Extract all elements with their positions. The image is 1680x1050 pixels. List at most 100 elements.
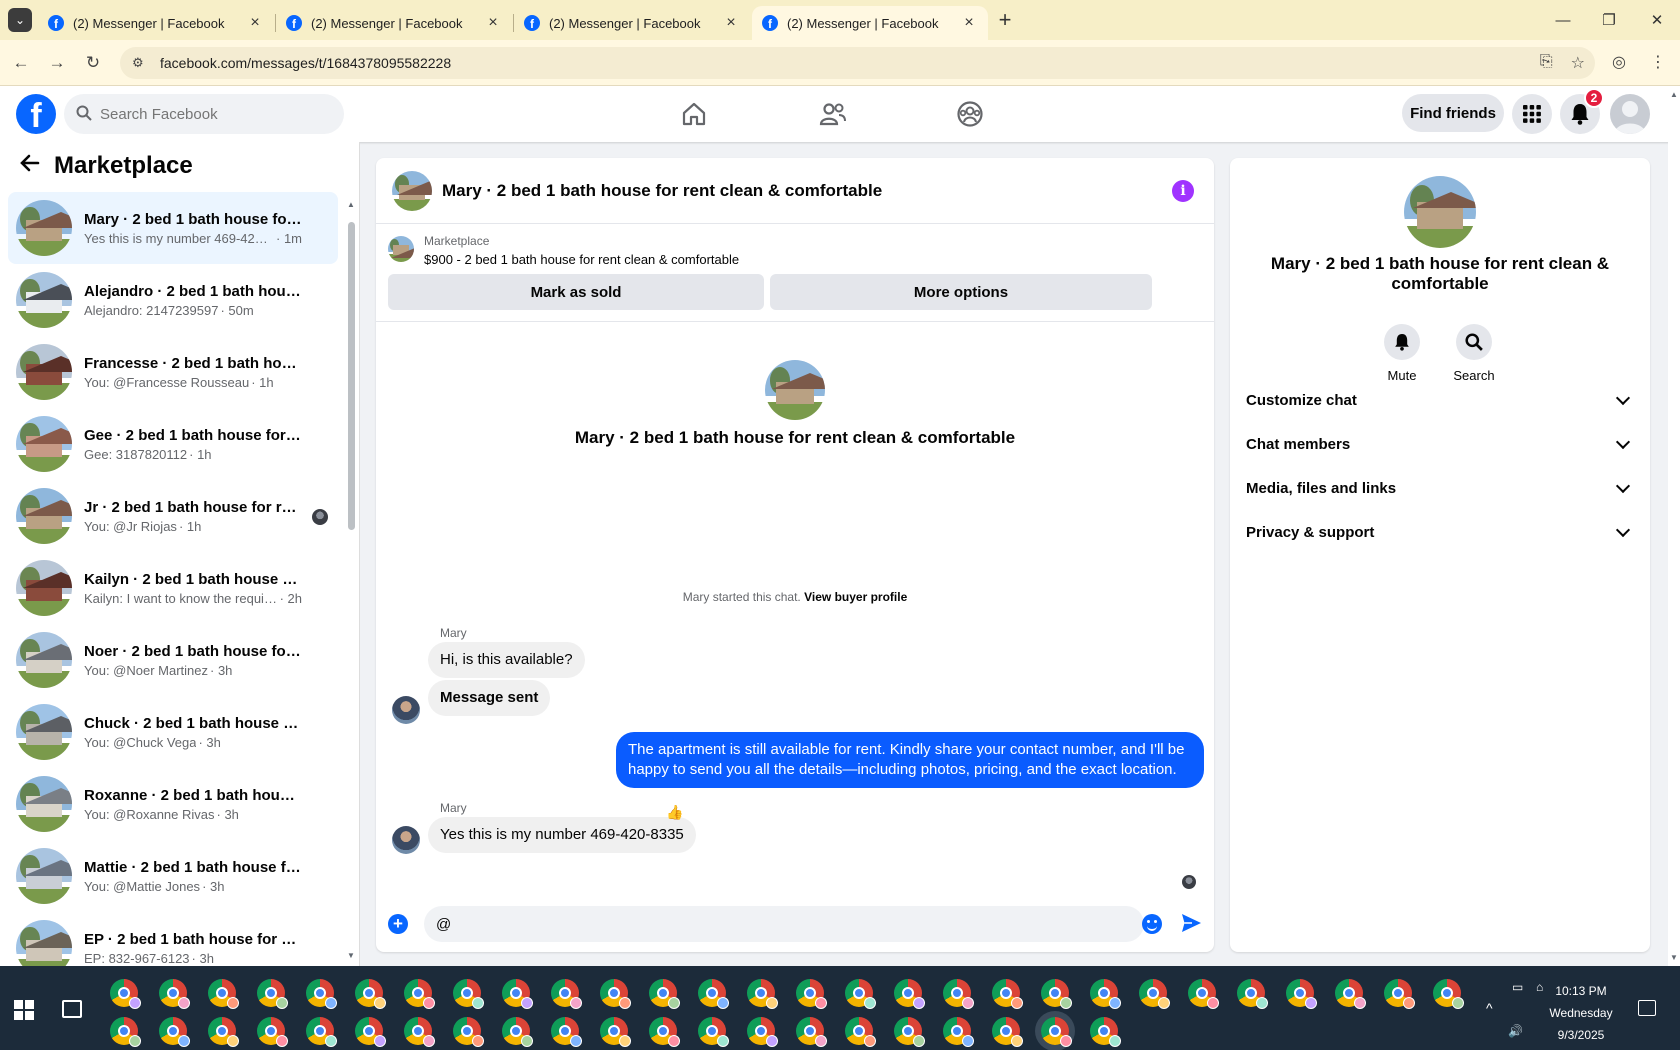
volume-icon[interactable]: 🔊	[1508, 1024, 1523, 1038]
chrome-taskbar-icon[interactable]	[355, 979, 386, 1009]
close-tab-icon[interactable]: ×	[960, 14, 978, 32]
chrome-taskbar-icon[interactable]	[1237, 979, 1268, 1009]
conversation-item[interactable]: Francesse · 2 bed 1 bath house f... You: …	[8, 336, 338, 408]
chrome-taskbar-icon[interactable]	[698, 1017, 729, 1047]
conversation-item[interactable]: Mattie · 2 bed 1 bath house for r... You:…	[8, 840, 338, 912]
close-tab-icon[interactable]: ×	[484, 14, 502, 32]
chrome-taskbar-icon[interactable]	[257, 979, 288, 1009]
chrome-taskbar-icon[interactable]	[796, 979, 827, 1009]
chrome-taskbar-icon[interactable]	[845, 1017, 876, 1047]
chrome-taskbar-icon[interactable]	[306, 1017, 337, 1047]
tab-search-button[interactable]: ⌄	[8, 8, 32, 32]
conversation-item[interactable]: Jr · 2 bed 1 bath house for ren... You: @…	[8, 480, 338, 552]
incoming-message[interactable]: Hi, is this available?	[428, 642, 585, 678]
chrome-taskbar-icon[interactable]	[453, 1017, 484, 1047]
tray-overflow-chevron-icon[interactable]: ^	[1486, 1000, 1493, 1016]
browser-menu-icon[interactable]: ⋮	[1650, 52, 1666, 72]
reload-button[interactable]: ↻	[80, 50, 106, 76]
chrome-taskbar-icon[interactable]	[404, 979, 435, 1009]
conversation-item[interactable]: Roxanne · 2 bed 1 bath house fo... You: @…	[8, 768, 338, 840]
chrome-taskbar-icon[interactable]	[257, 1017, 288, 1047]
mark-as-sold-button[interactable]: Mark as sold	[388, 274, 764, 310]
bookmark-star-icon[interactable]: ☆	[1571, 53, 1585, 73]
page-scrollbar[interactable]: ▲ ▼	[1668, 86, 1680, 966]
browser-tab[interactable]: f (2) Messenger | Facebook ×	[276, 6, 512, 40]
back-arrow-icon[interactable]	[20, 153, 40, 179]
chrome-taskbar-icon[interactable]	[649, 1017, 680, 1047]
chrome-taskbar-icon[interactable]	[796, 1017, 827, 1047]
chrome-taskbar-icon[interactable]	[894, 1017, 925, 1047]
plus-icon[interactable]: +	[388, 914, 408, 934]
chrome-taskbar-icon[interactable]	[943, 979, 974, 1009]
chrome-taskbar-icon[interactable]	[747, 1017, 778, 1047]
chrome-taskbar-icon[interactable]	[1188, 979, 1219, 1009]
friends-icon[interactable]	[815, 96, 851, 132]
browser-tab[interactable]: f (2) Messenger | Facebook ×	[514, 6, 750, 40]
chrome-taskbar-icon[interactable]	[208, 979, 239, 1009]
chrome-taskbar-icon[interactable]	[110, 1017, 141, 1047]
reaction-thumbs-up-icon[interactable]: 👍	[666, 804, 683, 821]
listing-thumbnail[interactable]	[388, 236, 414, 262]
forward-button[interactable]: →	[44, 50, 70, 76]
panel-section-privacy-support[interactable]: Privacy & support	[1246, 512, 1636, 552]
incoming-message[interactable]: Message sent	[428, 680, 551, 716]
system-clock[interactable]: 10:13 PM Wednesday 9/3/2025	[1536, 980, 1626, 1046]
sender-avatar[interactable]	[392, 826, 420, 854]
chrome-taskbar-icon[interactable]	[894, 979, 925, 1009]
back-button[interactable]: ←	[8, 50, 34, 76]
chat-header-avatar[interactable]	[392, 170, 432, 211]
conversation-item[interactable]: Gee · 2 bed 1 bath house for ren... Gee: …	[8, 408, 338, 480]
conversation-item[interactable]: Alejandro · 2 bed 1 bath house f... Aleja…	[8, 264, 338, 336]
chrome-taskbar-icon[interactable]	[453, 979, 484, 1009]
incoming-message[interactable]: Yes this is my number 469-420-8335	[428, 817, 696, 853]
intro-avatar[interactable]	[765, 360, 825, 420]
close-window-button[interactable]: ✕	[1634, 0, 1680, 40]
panel-section-chat-members[interactable]: Chat members	[1246, 424, 1636, 464]
browser-tab[interactable]: f (2) Messenger | Facebook ×	[38, 6, 274, 40]
more-options-button[interactable]: More options	[770, 274, 1152, 310]
chrome-taskbar-icon[interactable]	[502, 979, 533, 1009]
chrome-taskbar-icon[interactable]	[355, 1017, 386, 1047]
profile-icon[interactable]: ◎	[1612, 52, 1626, 72]
chrome-taskbar-icon[interactable]	[1041, 979, 1072, 1009]
chrome-taskbar-icon[interactable]	[992, 979, 1023, 1009]
task-view-icon[interactable]	[62, 1000, 82, 1018]
scroll-up-icon[interactable]: ▲	[347, 200, 355, 209]
groups-icon[interactable]	[952, 96, 988, 132]
close-tab-icon[interactable]: ×	[246, 14, 264, 32]
chrome-taskbar-icon[interactable]	[747, 979, 778, 1009]
home-icon[interactable]	[676, 96, 712, 132]
chrome-taskbar-icon[interactable]	[1090, 1017, 1121, 1047]
chrome-taskbar-icon[interactable]	[1433, 979, 1464, 1009]
chrome-taskbar-icon[interactable]	[600, 979, 631, 1009]
chrome-taskbar-icon[interactable]	[1041, 1017, 1072, 1047]
menu-grid-icon[interactable]	[1512, 94, 1552, 134]
chrome-taskbar-icon[interactable]	[159, 1017, 190, 1047]
chrome-taskbar-icon[interactable]	[600, 1017, 631, 1047]
emoji-icon[interactable]	[1142, 914, 1162, 934]
conversation-item[interactable]: Noer · 2 bed 1 bath house for re... You: …	[8, 624, 338, 696]
chrome-taskbar-icon[interactable]	[159, 979, 190, 1009]
chrome-taskbar-icon[interactable]	[1384, 979, 1415, 1009]
chrome-taskbar-icon[interactable]	[1139, 979, 1170, 1009]
panel-section-customize-chat[interactable]: Customize chat	[1246, 380, 1636, 420]
find-friends-button[interactable]: Find friends	[1402, 94, 1504, 132]
outgoing-message[interactable]: The apartment is still available for ren…	[616, 732, 1204, 788]
address-bar[interactable]: ⚙ facebook.com/messages/t/16843780955822…	[120, 47, 1595, 79]
search-input[interactable]	[100, 105, 310, 123]
search-in-chat-button[interactable]: Search	[1444, 324, 1504, 383]
notification-center-icon[interactable]	[1638, 1000, 1656, 1016]
scroll-thumb[interactable]	[348, 222, 355, 530]
view-buyer-profile-link[interactable]: View buyer profile	[804, 590, 907, 604]
facebook-search[interactable]	[64, 94, 344, 134]
chrome-taskbar-icon[interactable]	[845, 979, 876, 1009]
chrome-taskbar-icon[interactable]	[208, 1017, 239, 1047]
send-icon[interactable]	[1180, 912, 1202, 934]
close-tab-icon[interactable]: ×	[722, 14, 740, 32]
conversation-item[interactable]: Mary · 2 bed 1 bath house for re... Yes t…	[8, 192, 338, 264]
chrome-taskbar-icon[interactable]	[551, 1017, 582, 1047]
chrome-taskbar-icon[interactable]	[943, 1017, 974, 1047]
chrome-taskbar-icon[interactable]	[1286, 979, 1317, 1009]
windows-start-icon[interactable]	[14, 1000, 34, 1020]
panel-section-media-files-and-links[interactable]: Media, files and links	[1246, 468, 1636, 508]
